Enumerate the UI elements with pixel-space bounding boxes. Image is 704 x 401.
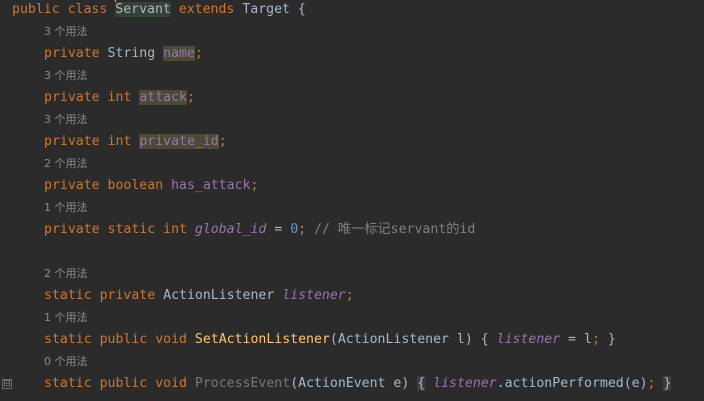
field-type: int [107,134,132,149]
usage-hint[interactable]: 3 个用法 [44,24,88,40]
class-open-brace: { [297,2,306,17]
static-field-reference[interactable]: listener [497,332,561,347]
class-name[interactable]: Servant [115,2,171,17]
keyword-private: private [44,222,100,237]
method-params: (ActionListener l) [329,332,473,347]
method-name[interactable]: SetActionListener [195,332,330,347]
field-type: ActionListener [163,288,275,303]
semicolon: ; [194,46,203,61]
field-type: int [107,90,132,105]
static-field-reference[interactable]: listener [433,376,497,391]
field-declaration-line[interactable]: private int private_id; [44,132,227,152]
field-type: String [107,46,156,61]
usage-hint[interactable]: 2 个用法 [44,266,88,282]
semicolon: ; [345,288,354,303]
keyword-private: private [44,46,100,61]
method-open-brace: { [480,332,489,347]
keyword-public: public [99,376,148,391]
static-field-declaration-line[interactable]: static private ActionListener listener; [44,286,354,306]
semicolon: ; [591,332,600,347]
keyword-void: void [155,376,187,391]
semicolon: ; [298,222,307,237]
assignment-expression: = l [560,332,592,347]
fold-collapse-icon[interactable]: ⊟ [2,379,12,389]
keyword-static: static [107,222,156,237]
semicolon: ; [186,90,195,105]
method-close-brace: } [607,332,616,347]
unused-method-name[interactable]: ProcessEvent [195,376,290,391]
line-comment: // 唯一标记servant的id [314,222,476,237]
keyword-void: void [155,332,187,347]
keyword-class: class [67,2,108,17]
field-declaration-line[interactable]: private boolean has_attack; [44,176,258,196]
method-declaration-line[interactable]: static public void SetActionListener(Act… [44,330,616,350]
method-close-brace: } [663,376,672,391]
field-name[interactable]: private_id [139,134,219,149]
usage-hint[interactable]: 3 个用法 [44,112,88,128]
method-open-brace: { [417,376,426,391]
static-field-name[interactable]: listener [282,288,346,303]
field-type: boolean [107,178,164,193]
keyword-extends: extends [178,2,235,17]
method-call[interactable]: .actionPerformed(e) [497,376,648,391]
usage-hint[interactable]: 1 个用法 [44,310,88,326]
method-declaration-line[interactable]: static public void ProcessEvent(ActionEv… [44,374,672,394]
semicolon: ; [250,178,259,193]
field-type: int [163,222,187,237]
static-field-name[interactable]: global_id [195,222,266,237]
usage-hint[interactable]: 2 个用法 [44,156,88,172]
number-literal: 0 [290,222,299,237]
semicolon: ; [218,134,227,149]
code-editor[interactable]: public class Servant extends Target { 3 … [0,0,704,401]
usage-hint[interactable]: 1 个用法 [44,200,88,216]
field-declaration-line[interactable]: private int attack; [44,88,195,108]
usage-hint[interactable]: 0 个用法 [44,354,88,370]
usage-hint[interactable]: 3 个用法 [44,68,88,84]
field-name[interactable]: name [163,46,195,61]
parent-class-name[interactable]: Target [242,2,290,17]
keyword-public: public [99,332,148,347]
keyword-private: private [99,288,156,303]
field-name[interactable]: has_attack [171,178,250,193]
keyword-static: static [44,288,92,303]
semicolon: ; [647,376,656,391]
static-field-declaration-line[interactable]: private static int global_id = 0; // 唯一标… [44,220,475,240]
keyword-private: private [44,134,100,149]
field-name[interactable]: attack [139,90,187,105]
keyword-private: private [44,90,100,105]
class-declaration-line[interactable]: public class Servant extends Target { [12,0,306,20]
keyword-public: public [12,2,60,17]
keyword-static: static [44,376,92,391]
method-params: (ActionEvent e) [290,376,410,391]
keyword-private: private [44,178,100,193]
field-declaration-line[interactable]: private String name; [44,44,203,64]
keyword-static: static [44,332,92,347]
assign-operator: = [266,222,291,237]
